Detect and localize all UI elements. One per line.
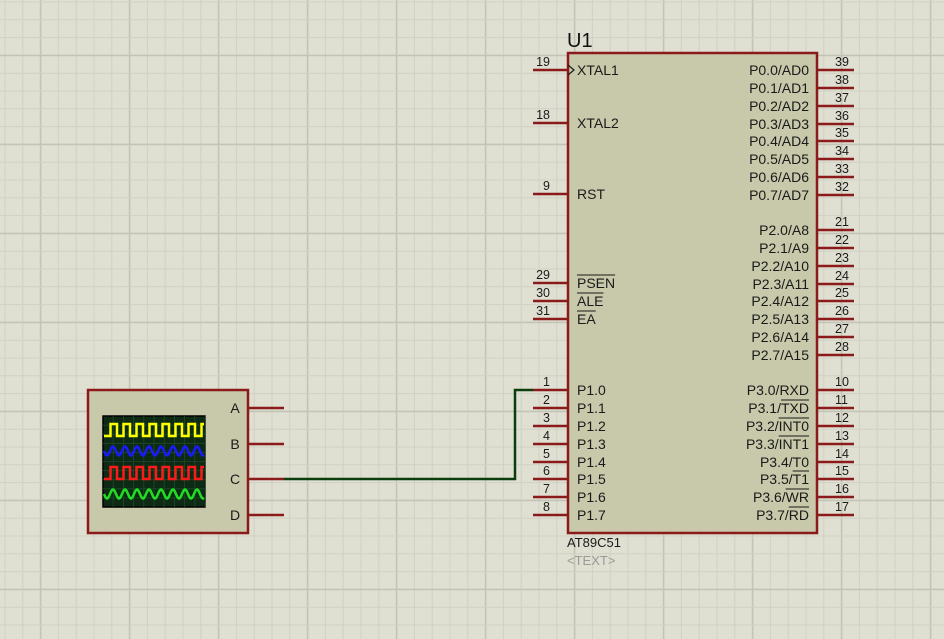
pin-number: 22 [835, 233, 849, 247]
pin-number: 39 [835, 55, 849, 69]
pin-label: P0.4/AD4 [749, 133, 809, 149]
pin-number: 31 [536, 304, 550, 318]
pin-label: P2.5/A13 [751, 311, 809, 327]
pin-label: RST [577, 186, 605, 202]
channel-label: D [230, 507, 240, 523]
pin-label: ALE [577, 293, 603, 309]
pin-number: 6 [543, 464, 550, 478]
pin-number: 1 [543, 375, 550, 389]
pin-label: P2.4/A12 [751, 293, 809, 309]
chip-part-name: AT89C51 [567, 535, 621, 550]
pin-label: P1.0 [577, 382, 606, 398]
pin-number: 21 [835, 215, 849, 229]
pin-number: 30 [536, 286, 550, 300]
pin-label: XTAL1 [577, 62, 619, 78]
pin-number: 17 [835, 500, 849, 514]
wire-p1-0-to-scope-c[interactable] [284, 388, 533, 481]
pin-number: 29 [536, 268, 550, 282]
pin-label: P3.2/INT0 [746, 418, 809, 434]
pin-label: P1.2 [577, 418, 606, 434]
pin-label: EA [577, 311, 596, 327]
pin-number: 19 [536, 55, 550, 69]
pin-number: 23 [835, 251, 849, 265]
pin-number: 27 [835, 322, 849, 336]
pin-label: P0.5/AD5 [749, 151, 809, 167]
pin-label: P3.0/RXD [747, 382, 809, 398]
scope-channel-c[interactable]: C [230, 471, 284, 487]
pin-label: PSEN [577, 275, 615, 291]
pin-number: 5 [543, 447, 550, 461]
pin-label: P2.1/A9 [759, 240, 809, 256]
pin-number: 24 [835, 269, 849, 283]
pin-number: 4 [543, 429, 550, 443]
pin-number: 15 [835, 464, 849, 478]
pin-label: P3.3/INT1 [746, 436, 809, 452]
chip-text-placeholder: <TEXT> [567, 553, 615, 568]
pin-label: P3.4/T0 [760, 454, 809, 470]
pin-number: 35 [835, 126, 849, 140]
channel-label: A [230, 400, 240, 416]
pin-number: 13 [835, 429, 849, 443]
chip-ref-designator: U1 [567, 30, 593, 52]
pin-label: P3.5/T1 [760, 471, 809, 487]
pin-label: P1.7 [577, 507, 606, 523]
pin-number: 28 [835, 340, 849, 354]
pin-number: 10 [835, 375, 849, 389]
pin-number: 38 [835, 73, 849, 87]
pin-number: 32 [835, 180, 849, 194]
pin-label: P0.3/AD3 [749, 116, 809, 132]
pin-number: 12 [835, 411, 849, 425]
pin-number: 36 [835, 109, 849, 123]
pin-label: XTAL2 [577, 115, 619, 131]
pin-label: P0.2/AD2 [749, 98, 809, 114]
pin-label: P0.7/AD7 [749, 187, 809, 203]
pin-number: 3 [543, 411, 550, 425]
pin-number: 18 [536, 108, 550, 122]
pin-label: P3.1/TXD [748, 400, 809, 416]
pin-number: 37 [835, 91, 849, 105]
pin-label: P2.0/A8 [759, 222, 809, 238]
schematic-canvas[interactable]: ABCD U1 19 XTAL118 XTAL29 RST29 PSEN30 ALE31 E… [0, 0, 944, 639]
pin-label: P1.5 [577, 471, 606, 487]
pin-label: P0.0/AD0 [749, 62, 809, 78]
pin-label: P2.2/A10 [751, 258, 809, 274]
pin-number: 2 [543, 393, 550, 407]
pin-label: P0.6/AD6 [749, 169, 809, 185]
scope-channel-a[interactable]: A [230, 400, 284, 416]
microcontroller-u1[interactable]: U1 19 XTAL1 18 XTAL2 9 RST 29 PSEN 30 ALE 31 EA 1 P1.… [533, 30, 854, 568]
pin-label: P3.6/WR [753, 489, 809, 505]
pin-number: 11 [835, 393, 848, 407]
pin-label: P0.1/AD1 [749, 80, 809, 96]
pin-label: P3.7/RD [756, 507, 809, 523]
pin-number: 33 [835, 162, 849, 176]
pin-label: P1.4 [577, 454, 606, 470]
pin-number: 8 [543, 500, 550, 514]
pin-number: 25 [835, 286, 849, 300]
pin-number: 26 [835, 304, 849, 318]
pin-label: P1.6 [577, 489, 606, 505]
pin-label: P2.7/A15 [751, 347, 809, 363]
channel-label: C [230, 471, 240, 487]
pin-number: 9 [543, 179, 550, 193]
pin-number: 34 [835, 144, 849, 158]
scope-channel-d[interactable]: D [230, 507, 284, 523]
pin-number: 7 [543, 482, 550, 496]
pin-label: P2.6/A14 [751, 329, 809, 345]
channel-label: B [230, 436, 239, 452]
scope-channel-b[interactable]: B [230, 436, 284, 452]
pin-number: 14 [835, 447, 849, 461]
pin-label: P1.1 [577, 400, 606, 416]
pin-label: P1.3 [577, 436, 606, 452]
pin-number: 16 [835, 482, 849, 496]
pin-label: P2.3/A11 [752, 276, 809, 292]
